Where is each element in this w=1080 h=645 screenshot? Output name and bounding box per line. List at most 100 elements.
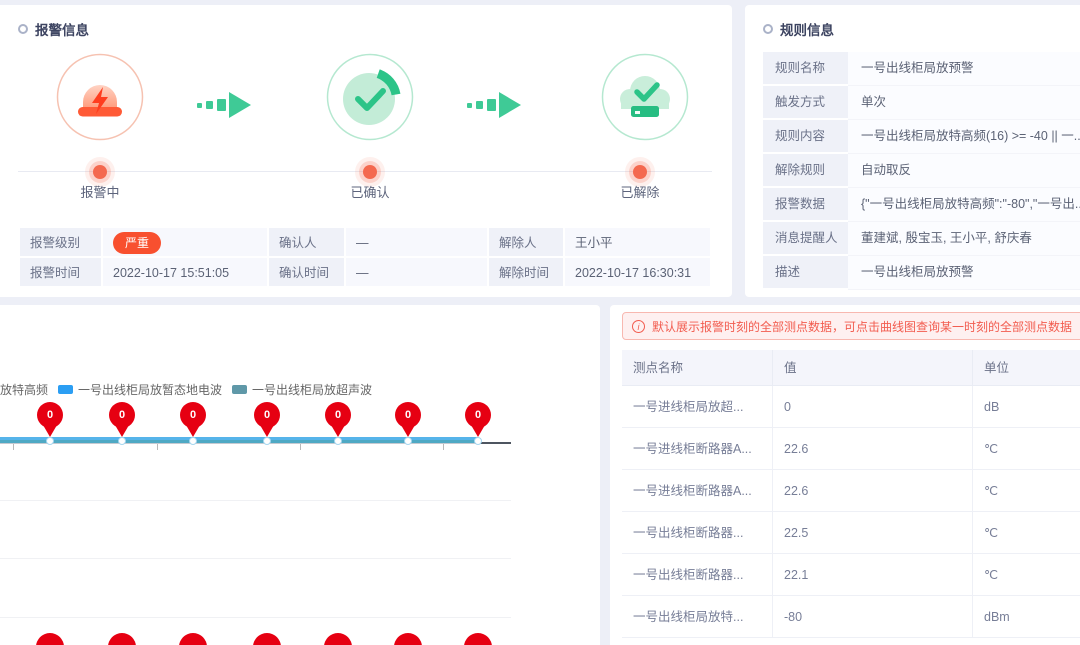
section-bullet-icon — [763, 24, 773, 34]
table-row: 一号进线柜断路器A... 22.6 ℃ — [622, 470, 1080, 512]
rule-row-content: 规则内容 一号出线柜局放特高频(16) >= -40 || 一... — [763, 120, 1080, 154]
value-pin-clipped[interactable] — [394, 633, 422, 645]
step-label-confirmed: 已确认 — [325, 182, 415, 201]
resolve-person-value: 王小平 — [565, 228, 712, 258]
section-bullet-icon — [18, 24, 28, 34]
point-unit: ℃ — [973, 470, 1080, 512]
resolve-time-label: 解除时间 — [489, 258, 565, 288]
point-value: -80 — [773, 596, 973, 638]
rule-row-description: 描述 一号出线柜局放预警 — [763, 256, 1080, 290]
point-name: 一号进线柜断路器A... — [622, 428, 773, 470]
alarm-dashboard: 报警信息 — [0, 0, 1080, 645]
col-header-value: 值 — [773, 350, 973, 386]
alarm-info-panel: 报警信息 — [0, 5, 732, 297]
value-pin-clipped[interactable] — [464, 633, 492, 645]
point-unit: ℃ — [973, 512, 1080, 554]
point-value: 22.6 — [773, 470, 973, 512]
resolved-cloud-check-icon — [601, 53, 689, 141]
confirm-person-label: 确认人 — [269, 228, 346, 258]
legend-swatch-ultrasonic-icon[interactable] — [232, 385, 247, 394]
gridline — [0, 558, 511, 559]
notice-banner: i 默认展示报警时刻的全部测点数据，可点击曲线图查询某一时刻的全部测点数据 — [622, 312, 1080, 340]
alarm-data-label: 报警数据 — [763, 188, 848, 222]
point-name: 一号出线柜断路器... — [622, 512, 773, 554]
value-pin-clipped[interactable] — [36, 633, 64, 645]
timeline-dot-confirmed — [363, 165, 377, 179]
data-point-dot — [46, 437, 54, 445]
value-pin[interactable]: 0 — [465, 402, 491, 428]
measure-points-panel: i 默认展示报警时刻的全部测点数据，可点击曲线图查询某一时刻的全部测点数据 测点… — [610, 305, 1080, 645]
value-pin[interactable]: 0 — [254, 402, 280, 428]
table-row: 一号进线柜局放超... 0 dB — [622, 386, 1080, 428]
points-table: 测点名称 值 单位 一号进线柜局放超... 0 dB 一号进线柜断路器A... … — [622, 350, 1080, 638]
alarm-data-value: {"一号出线柜局放特高频":"-80","一号出... — [848, 188, 1080, 222]
rule-content-value: 一号出线柜局放特高频(16) >= -40 || 一... — [848, 120, 1080, 154]
description-label: 描述 — [763, 256, 848, 290]
step-label-resolved: 已解除 — [595, 182, 685, 201]
alarm-level-value: 严重 — [103, 228, 269, 258]
rule-content-label: 规则内容 — [763, 120, 848, 154]
rule-row-trigger: 触发方式 单次 — [763, 86, 1080, 120]
value-pin[interactable]: 0 — [325, 402, 351, 428]
point-value: 22.5 — [773, 512, 973, 554]
value-pin-clipped[interactable] — [253, 633, 281, 645]
timeline-dot-resolved — [633, 165, 647, 179]
rule-info-panel: 规则信息 规则名称 一号出线柜局放预警 触发方式 单次 规则内容 一号出线柜局放… — [745, 5, 1080, 297]
resolve-time-value: 2022-10-17 16:30:31 — [565, 258, 712, 288]
col-header-unit: 单位 — [973, 350, 1080, 386]
rule-row-name: 规则名称 一号出线柜局放预警 — [763, 52, 1080, 86]
table-row: 一号出线柜断路器... 22.5 ℃ — [622, 512, 1080, 554]
value-pin-clipped[interactable] — [108, 633, 136, 645]
rule-row-release: 解除规则 自动取反 — [763, 154, 1080, 188]
flow-arrow-icon — [197, 92, 251, 118]
data-point-dot — [189, 437, 197, 445]
confirm-time-label: 确认时间 — [269, 258, 346, 288]
alarm-time-label: 报警时间 — [20, 258, 103, 288]
legend-item-tev[interactable]: 一号出线柜局放暂态地电波 — [78, 381, 222, 398]
rule-name-label: 规则名称 — [763, 52, 848, 86]
info-icon: i — [632, 320, 645, 333]
legend-item-uhf[interactable]: 放特高频 — [0, 381, 48, 398]
confirm-time-value: — — [346, 258, 489, 288]
data-point-dot — [404, 437, 412, 445]
confirm-person-value: — — [346, 228, 489, 258]
point-name: 一号出线柜断路器... — [622, 554, 773, 596]
point-name: 一号进线柜局放超... — [622, 386, 773, 428]
resolve-person-label: 解除人 — [489, 228, 565, 258]
description-value: 一号出线柜局放预警 — [848, 256, 1080, 290]
table-row: 一号出线柜局放特... -80 dBm — [622, 596, 1080, 638]
notify-people-value: 董建斌, 殷宝玉, 王小平, 舒庆春 — [848, 222, 1080, 256]
point-unit: dB — [973, 386, 1080, 428]
points-table-header: 测点名称 值 单位 — [622, 350, 1080, 386]
value-pin[interactable]: 0 — [37, 402, 63, 428]
chart-legend: 放特高频 一号出线柜局放暂态地电波 一号出线柜局放超声波 — [0, 381, 372, 398]
confirmed-pie-check-icon — [326, 53, 414, 141]
trigger-mode-label: 触发方式 — [763, 86, 848, 120]
value-pin[interactable]: 0 — [395, 402, 421, 428]
severity-badge: 严重 — [113, 232, 161, 254]
timeline-dot-alarming — [93, 165, 107, 179]
release-rule-label: 解除规则 — [763, 154, 848, 188]
col-header-name: 测点名称 — [622, 350, 773, 386]
point-name: 一号进线柜断路器A... — [622, 470, 773, 512]
axis-tick — [157, 444, 158, 450]
legend-item-ultrasonic[interactable]: 一号出线柜局放超声波 — [252, 381, 372, 398]
release-rule-value: 自动取反 — [848, 154, 1080, 188]
value-pin[interactable]: 0 — [180, 402, 206, 428]
rule-table: 规则名称 一号出线柜局放预警 触发方式 单次 规则内容 一号出线柜局放特高频(1… — [763, 52, 1080, 290]
axis-tick — [300, 444, 301, 450]
value-pin[interactable]: 0 — [109, 402, 135, 428]
point-value: 22.1 — [773, 554, 973, 596]
alarm-level-label: 报警级别 — [20, 228, 103, 258]
point-name: 一号出线柜局放特... — [622, 596, 773, 638]
notify-people-label: 消息提醒人 — [763, 222, 848, 256]
value-pin-clipped[interactable] — [324, 633, 352, 645]
table-row: 一号出线柜断路器... 22.1 ℃ — [622, 554, 1080, 596]
notice-text: 默认展示报警时刻的全部测点数据，可点击曲线图查询某一时刻的全部测点数据 — [652, 318, 1072, 335]
legend-swatch-tev-icon[interactable] — [58, 385, 73, 394]
step-label-alarming: 报警中 — [55, 182, 145, 201]
data-point-dot — [263, 437, 271, 445]
gridline — [0, 500, 511, 501]
value-pin-clipped[interactable] — [179, 633, 207, 645]
rule-name-value: 一号出线柜局放预警 — [848, 52, 1080, 86]
